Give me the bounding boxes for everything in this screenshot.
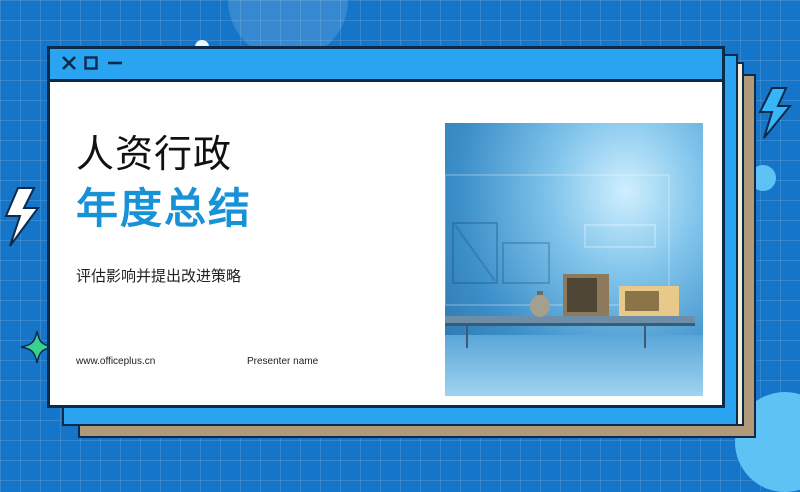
lightning-icon-left	[4, 187, 40, 247]
office-scene-illustration	[445, 174, 703, 396]
page-subtitle: 评估影响并提出改进策略	[76, 267, 242, 285]
minimize-icon[interactable]	[106, 54, 124, 72]
slide-window: 人资行政 年度总结 评估影响并提出改进策略 www.officeplus.cn …	[47, 46, 725, 408]
window-title-bar	[50, 49, 722, 82]
presenter-name: Presenter name	[247, 356, 319, 367]
close-icon[interactable]	[60, 54, 78, 72]
restore-icon[interactable]	[82, 54, 100, 72]
office-photo	[445, 123, 703, 396]
page-title-highlight: 年度总结	[76, 184, 253, 233]
website-link[interactable]: www.officeplus.cn	[76, 356, 155, 367]
page-title: 人资行政	[76, 132, 233, 176]
lightning-icon-right	[758, 87, 793, 139]
